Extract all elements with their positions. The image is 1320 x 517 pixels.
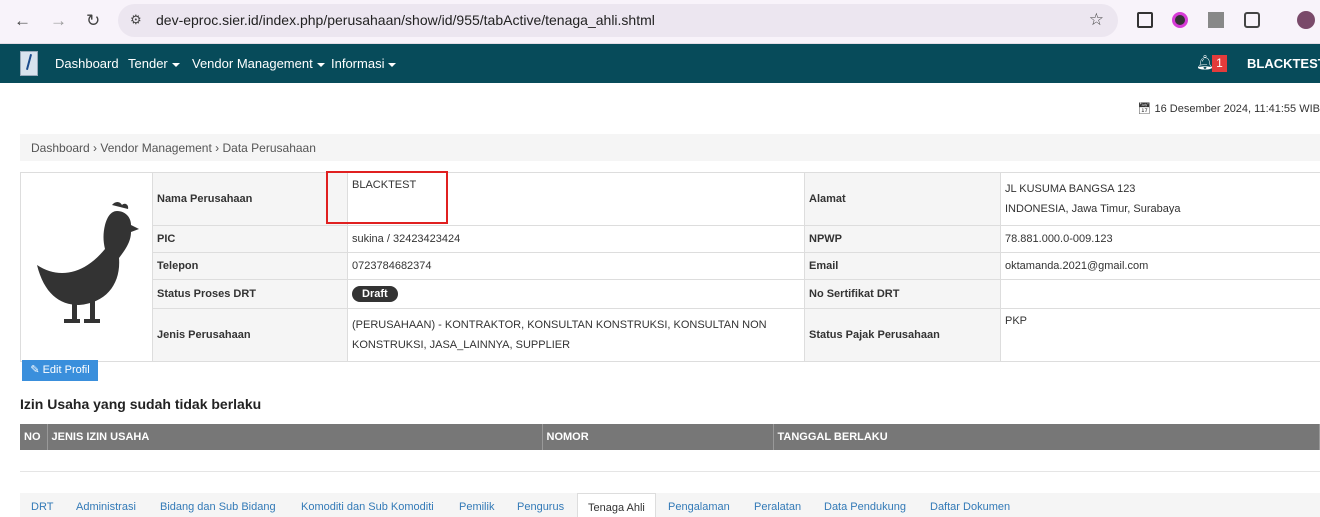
value-email: oktamanda.2021@gmail.com (1000, 252, 1320, 280)
datetime: 📅︎ 16 Desember 2024, 11:41:55 WIB (1137, 102, 1320, 115)
tab-administrasi[interactable]: Administrasi (76, 501, 136, 513)
value-telepon: 0723784682374 (347, 252, 805, 280)
highlight-box (326, 171, 448, 224)
value-alamat: JL KUSUMA BANGSA 123 INDONESIA, Jawa Timu… (1000, 172, 1320, 226)
nav-vendor-management[interactable]: Vendor Management (192, 56, 325, 71)
color-extension-icon[interactable] (1172, 12, 1188, 28)
label-pic: PIC (152, 225, 348, 253)
calendar-icon: 📅︎ (1137, 103, 1155, 115)
extension-icon[interactable] (1208, 12, 1224, 28)
value-npwp: 78.881.000.0-009.123 (1000, 225, 1320, 253)
company-logo (20, 172, 153, 362)
bookmark-star-icon[interactable]: ☆ (1089, 10, 1104, 30)
nav-tender[interactable]: Tender (128, 56, 180, 71)
tab-drt[interactable]: DRT (31, 501, 53, 513)
edit-profil-button[interactable]: ✎ Edit Profil (22, 360, 98, 381)
col-tanggal-berlaku: TANGGAL BERLAKU (773, 424, 1320, 450)
logo-icon[interactable] (20, 51, 38, 76)
tab-bar: DRT Administrasi Bidang dan Sub Bidang K… (20, 493, 1320, 517)
label-alamat: Alamat (804, 172, 1001, 226)
breadcrumb: Dashboard › Vendor Management › Data Per… (20, 134, 1320, 161)
alamat-line-1: JL KUSUMA BANGSA 123 (1005, 183, 1136, 195)
nav-informasi-label: Informasi (331, 56, 385, 71)
izin-usaha-table: NO JENIS IZIN USAHA NOMOR TANGGAL BERLAK… (20, 424, 1320, 450)
profile-avatar[interactable] (1297, 11, 1315, 29)
top-navbar: Dashboard Tender Vendor Management Infor… (0, 44, 1320, 83)
datetime-text: 16 Desember 2024, 11:41:55 WIB (1154, 103, 1320, 115)
divider (20, 471, 1320, 472)
site-settings-icon[interactable]: ⚙ (130, 12, 142, 28)
caret-down-icon (171, 62, 180, 67)
value-status-drt: Draft (347, 279, 805, 309)
reload-icon[interactable]: ↻ (86, 11, 100, 31)
picture-in-picture-icon[interactable] (1137, 12, 1153, 28)
tab-data-pendukung[interactable]: Data Pendukung (824, 501, 906, 513)
company-info-table: Nama Perusahaan BLACKTEST Alamat JL KUSU… (20, 172, 1320, 362)
url-text: dev-eproc.sier.id/index.php/perusahaan/s… (156, 12, 655, 28)
tab-daftar-dokumen[interactable]: Daftar Dokumen (930, 501, 1010, 513)
notification-badge[interactable]: 1 (1212, 55, 1227, 72)
chicken-icon (36, 201, 139, 323)
caret-down-icon (388, 62, 397, 67)
nav-informasi[interactable]: Informasi (331, 56, 397, 71)
nav-tender-label: Tender (128, 56, 168, 71)
nav-dashboard[interactable]: Dashboard (55, 56, 119, 71)
tab-bidang[interactable]: Bidang dan Sub Bidang (160, 501, 276, 513)
tab-pemilik[interactable]: Pemilik (459, 501, 494, 513)
extensions-puzzle-icon[interactable] (1244, 12, 1260, 28)
back-icon[interactable]: ← (14, 11, 31, 31)
browser-toolbar: ← → ↻ ⚙ dev-eproc.sier.id/index.php/peru… (0, 0, 1320, 44)
label-sertifikat: No Sertifikat DRT (804, 279, 1001, 309)
tab-pengalaman[interactable]: Pengalaman (668, 501, 730, 513)
tab-pengurus[interactable]: Pengurus (517, 501, 564, 513)
breadcrumb-dashboard[interactable]: Dashboard (31, 141, 90, 155)
user-menu[interactable]: BLACKTEST (1247, 56, 1320, 71)
edit-profil-label: Edit Profil (42, 364, 90, 376)
breadcrumb-vendor-management[interactable]: Vendor Management (100, 141, 211, 155)
label-status-drt: Status Proses DRT (152, 279, 348, 309)
forward-icon[interactable]: → (50, 11, 67, 31)
value-sertifikat (1000, 279, 1320, 309)
label-jenis: Jenis Perusahaan (152, 308, 348, 362)
label-npwp: NPWP (804, 225, 1001, 253)
col-nomor: NOMOR (542, 424, 774, 450)
label-pajak: Status Pajak Perusahaan (804, 308, 1001, 362)
col-jenis-izin: JENIS IZIN USAHA (47, 424, 543, 450)
value-pic: sukina / 32423423424 (347, 225, 805, 253)
col-no: NO (20, 424, 48, 450)
label-email: Email (804, 252, 1001, 280)
label-telepon: Telepon (152, 252, 348, 280)
breadcrumb-data-perusahaan: Data Perusahaan (222, 141, 316, 155)
address-bar[interactable]: ⚙ dev-eproc.sier.id/index.php/perusahaan… (118, 4, 1118, 37)
tab-tenaga-ahli[interactable]: Tenaga Ahli (577, 493, 656, 517)
nav-vendor-label: Vendor Management (192, 56, 313, 71)
alamat-line-2: INDONESIA, Jawa Timur, Surabaya (1005, 203, 1181, 215)
label-nama: Nama Perusahaan (152, 172, 348, 226)
value-jenis: (PERUSAHAAN) - KONTRAKTOR, KONSULTAN KON… (347, 308, 805, 362)
value-pajak: PKP (1000, 308, 1320, 362)
edit-icon: ✎ (30, 364, 43, 376)
caret-down-icon (316, 62, 325, 67)
section-title: Izin Usaha yang sudah tidak berlaku (20, 396, 262, 412)
status-badge: Draft (352, 286, 398, 302)
tab-peralatan[interactable]: Peralatan (754, 501, 801, 513)
tab-komoditi[interactable]: Komoditi dan Sub Komoditi (301, 501, 434, 513)
